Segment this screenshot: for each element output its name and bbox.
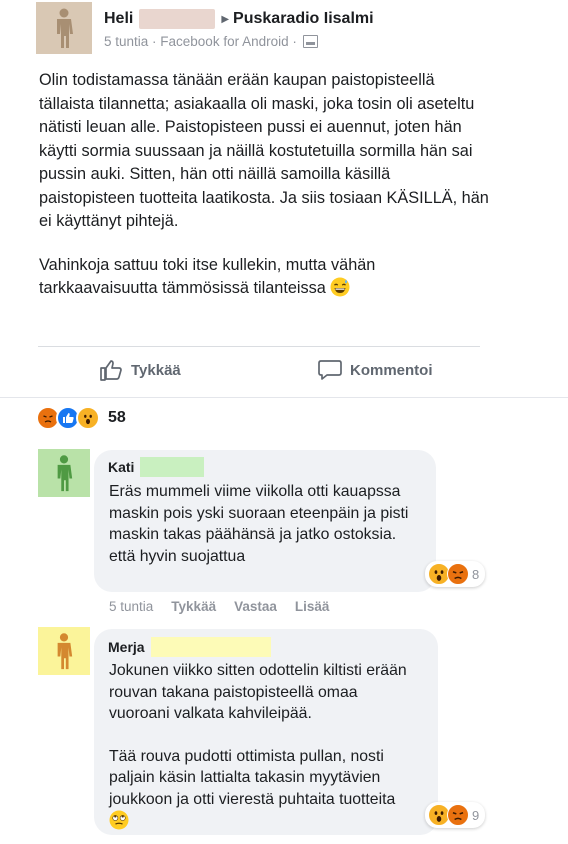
comment-button[interactable]: Kommentoi: [318, 359, 433, 381]
redacted-surname: [139, 9, 216, 29]
wow-reaction-icon: [76, 406, 100, 430]
comment-icon: [318, 360, 342, 380]
group-name[interactable]: Puskaradio Iisalmi: [233, 10, 374, 28]
thumbs-up-icon: [100, 360, 122, 381]
comment-like-button[interactable]: Tykkää: [171, 599, 216, 614]
commenter-name[interactable]: Merja: [108, 637, 271, 657]
commenter-avatar[interactable]: [38, 627, 90, 675]
comment-more-button[interactable]: Lisää: [295, 599, 330, 614]
post-paragraph: Olin todistamassa tänään erään kaupan pa…: [39, 71, 489, 230]
comment-actions: 5 tuntia Tykkää Vastaa Lisää: [109, 599, 329, 614]
post-author-avatar[interactable]: [36, 2, 92, 54]
person-icon: [57, 8, 73, 48]
post-reactions[interactable]: 58: [36, 406, 126, 430]
arrow-right-icon: ▶: [221, 13, 230, 25]
redacted-surname: [150, 637, 271, 657]
person-icon: [57, 633, 73, 670]
angry-reaction-icon: [447, 804, 469, 826]
person-icon: [57, 455, 73, 492]
reaction-count: 58: [108, 409, 126, 426]
commenter-avatar[interactable]: [38, 449, 90, 497]
post-author-line: Heli ▶ Puskaradio Iisalmi: [104, 9, 374, 29]
group-audience-icon: [302, 35, 318, 48]
eye-roll-emoji-icon: [109, 810, 129, 830]
comment-paragraph: Jokunen viikko sitten odottelin kiltisti…: [109, 662, 407, 722]
post-paragraph-text: Vahinkoja sattuu toki itse kullekin, mut…: [39, 255, 376, 298]
commenter-first-name: Merja: [108, 639, 145, 655]
post-body: Olin todistamassa tänään erään kaupan pa…: [39, 69, 489, 301]
grinning-sweat-emoji-icon: [330, 277, 350, 297]
divider: [0, 397, 568, 398]
post-meta: 5 tuntia · Facebook for Android ·: [104, 34, 318, 49]
author-name[interactable]: Heli: [104, 10, 133, 28]
like-label: Tykkää: [131, 361, 181, 379]
comment-text: Jokunen viikko sitten odottelin kiltisti…: [109, 660, 419, 833]
angry-reaction-icon: [447, 563, 469, 585]
comment-reply-button[interactable]: Vastaa: [234, 599, 277, 614]
comment-time: 5 tuntia: [109, 599, 154, 614]
comment-reaction-count: 8: [472, 566, 480, 582]
comment-reactions[interactable]: 9: [425, 802, 486, 828]
comment-text: Eräs mummeli viime viikolla otti kauapss…: [109, 483, 409, 565]
comment-reaction-count: 9: [472, 807, 480, 823]
post-paragraph: Vahinkoja sattuu toki itse kullekin, mut…: [39, 254, 489, 301]
comment-label: Kommentoi: [350, 361, 433, 379]
like-button[interactable]: Tykkää: [99, 359, 181, 381]
post-meta-text: 5 tuntia · Facebook for Android ·: [104, 34, 297, 49]
commenter-name[interactable]: Kati: [108, 457, 205, 477]
redacted-surname: [140, 457, 205, 477]
divider: [38, 346, 480, 347]
commenter-first-name: Kati: [108, 459, 135, 475]
comment-paragraph: Tää rouva pudotti ottimista pullan, nost…: [109, 746, 419, 833]
comment-paragraph-text: Tää rouva pudotti ottimista pullan, nost…: [109, 747, 396, 808]
comment-reactions[interactable]: 8: [425, 561, 486, 587]
